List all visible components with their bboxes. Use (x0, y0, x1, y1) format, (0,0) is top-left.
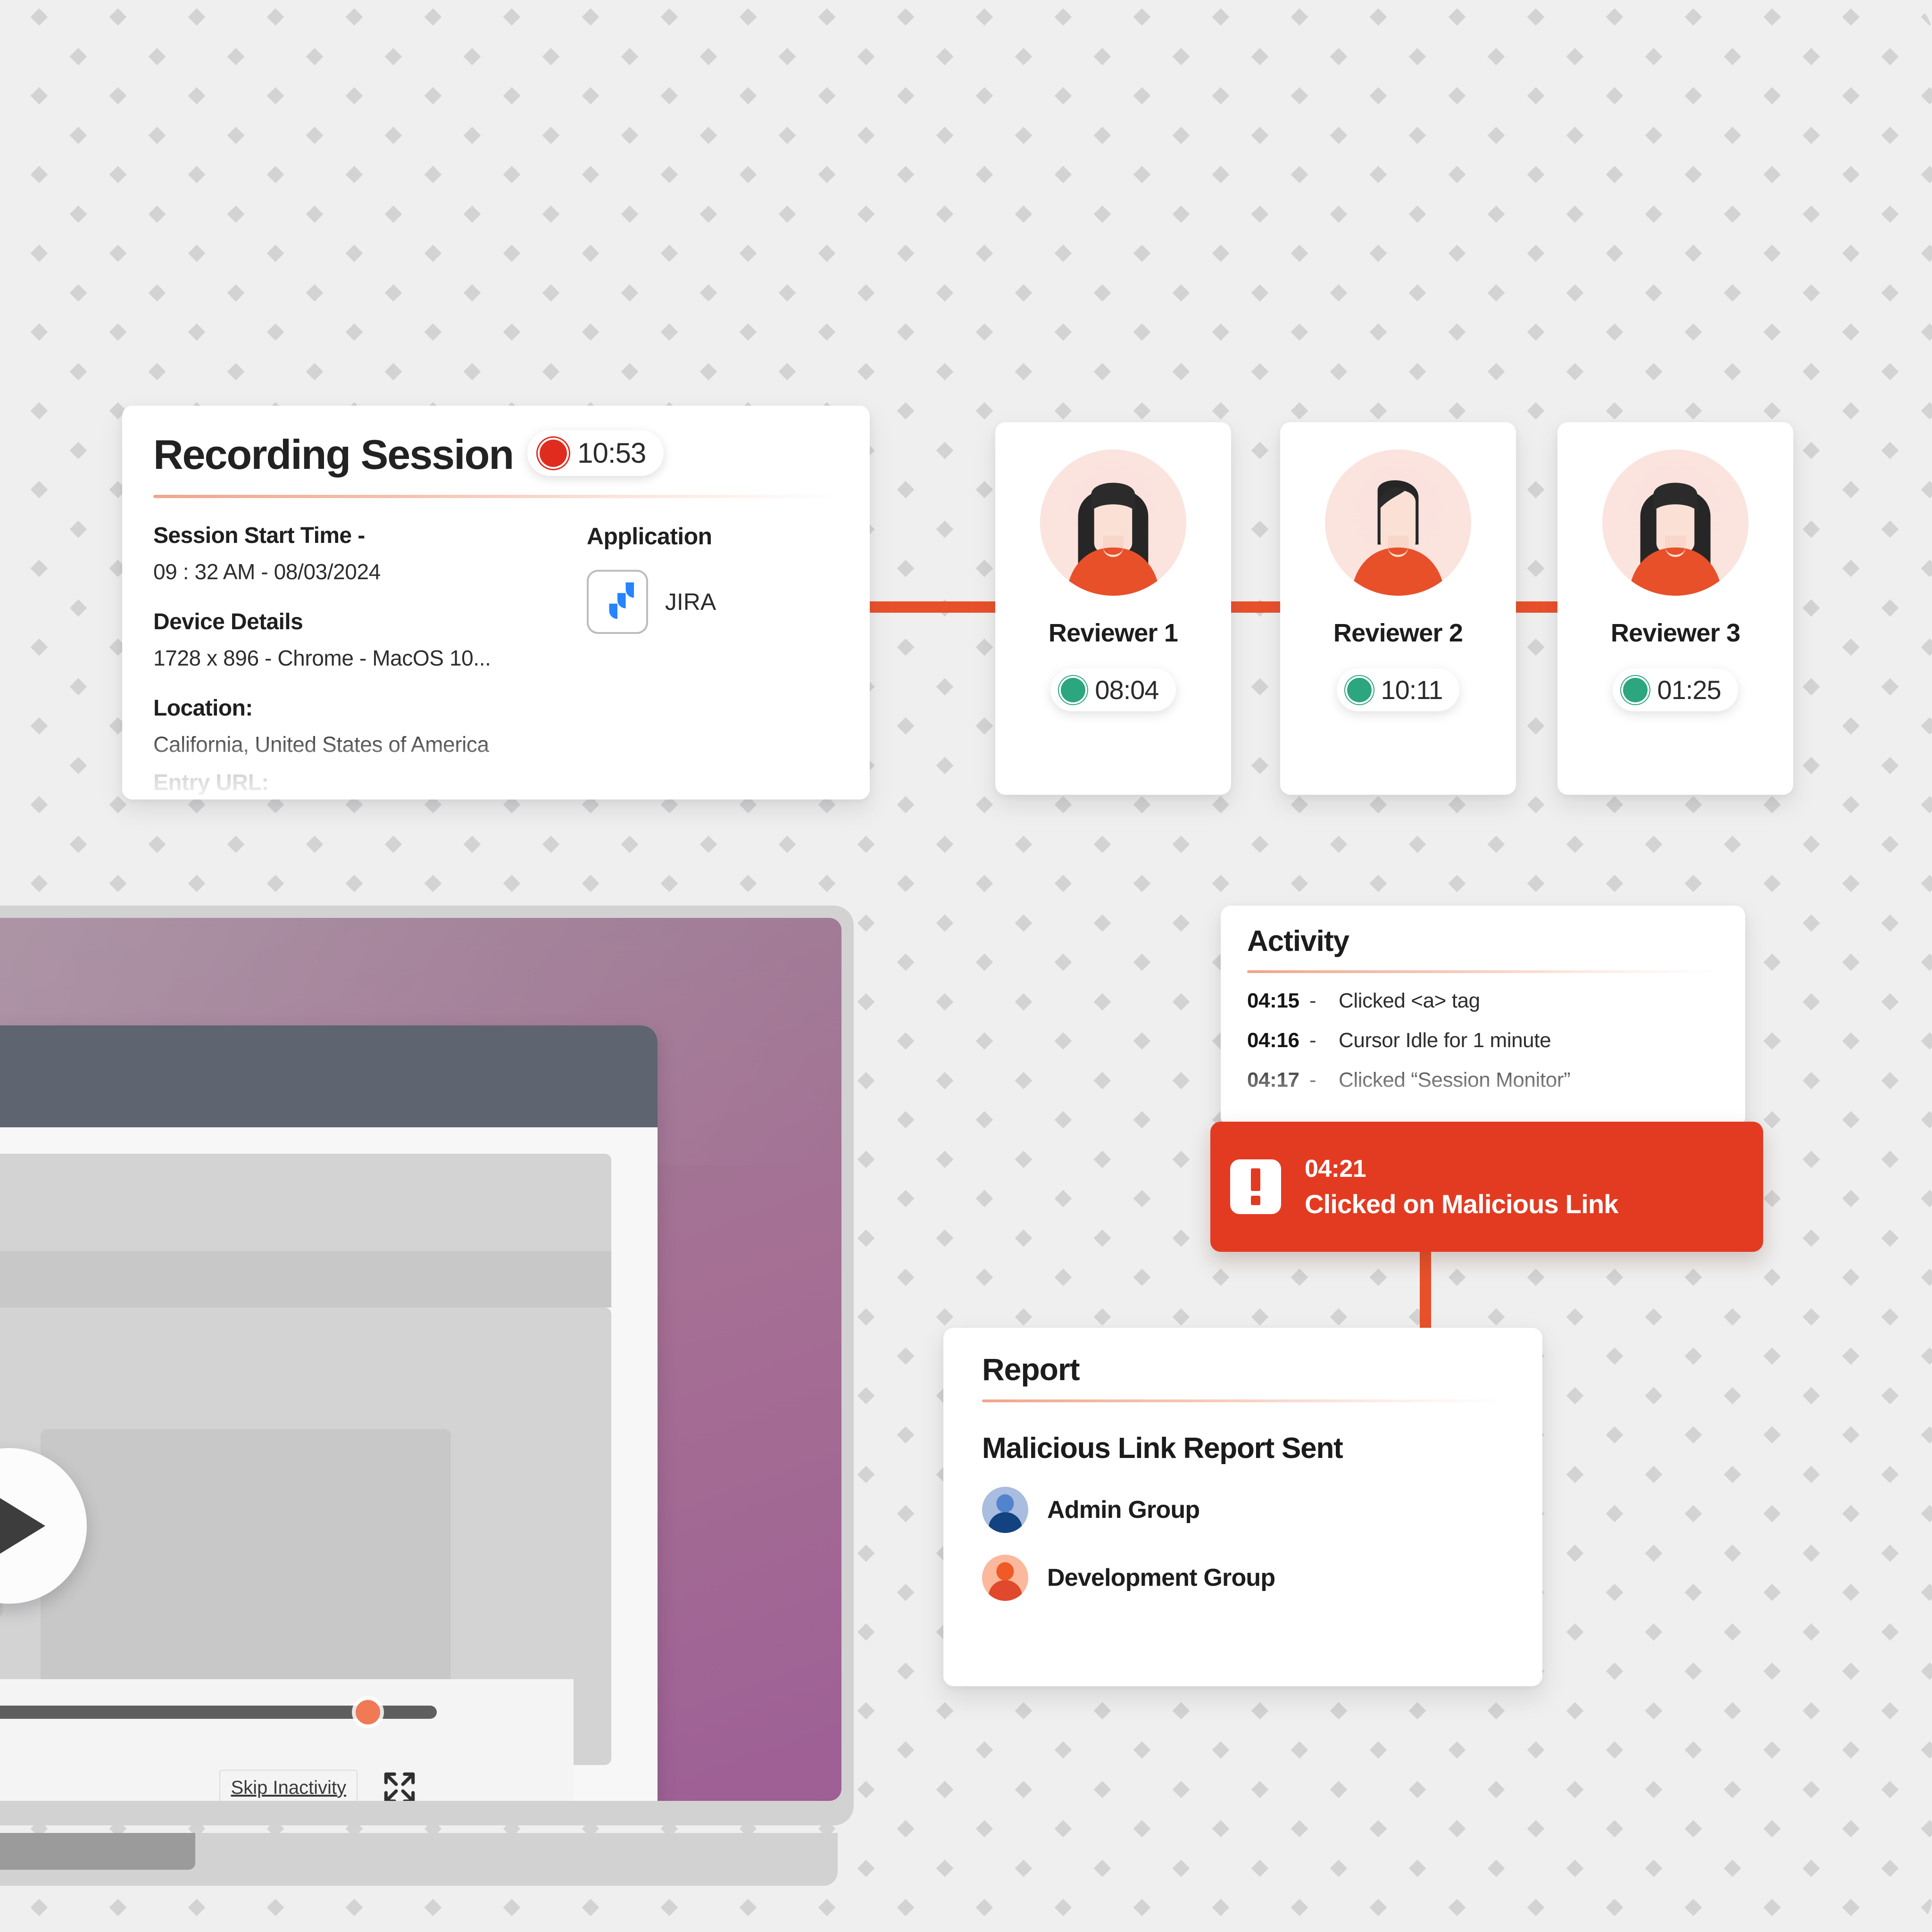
reviewer-time: 08:04 (1095, 675, 1159, 705)
activity-card: Activity 04:15 - Clicked <a> tag 04:16 -… (1221, 906, 1745, 1127)
laptop-base-notch (0, 1833, 195, 1870)
activity-text: Cursor Idle for 1 minute (1339, 1029, 1551, 1052)
fullscreen-icon (384, 1772, 415, 1801)
application-row: JIRA (586, 570, 839, 634)
reviewer-card-1[interactable]: Reviewer 1 08:04 (995, 422, 1231, 795)
report-group-name: Development Group (1047, 1564, 1275, 1591)
activity-time: 04:15 (1247, 989, 1299, 1012)
reviewer-name: Reviewer 1 (1048, 619, 1178, 647)
player-controls: Skip Inactivity (0, 1679, 574, 1801)
laptop-mockup: Skip Inactivity (0, 906, 854, 1932)
status-dot-icon (1623, 677, 1648, 702)
activity-divider (1247, 970, 1719, 973)
reviewer-name: Reviewer 3 (1610, 619, 1740, 647)
warning-exclamation-icon (1230, 1159, 1281, 1214)
jira-icon (586, 570, 648, 634)
player-range-end-handle[interactable] (356, 1700, 380, 1724)
recording-elapsed-time: 10:53 (577, 437, 646, 469)
poster-canvas: Skip Inactivity Recording Session 10:53 … (0, 0, 1932, 1932)
avatar (1602, 450, 1749, 596)
activity-time: 04:17 (1247, 1068, 1299, 1091)
report-group-row[interactable]: Development Group (982, 1555, 1504, 1601)
recording-session-card: Recording Session 10:53 Session Start Ti… (122, 406, 870, 799)
alert-message: Clicked on Malicious Link (1305, 1189, 1618, 1219)
page-title: Recording Session (153, 431, 514, 478)
exclamation-dot (1251, 1196, 1260, 1205)
reviewer-time-badge: 08:04 (1050, 668, 1176, 711)
avatar (1325, 450, 1471, 596)
connector-session-to-reviewer1 (866, 601, 997, 613)
reviewer-name: Reviewer 2 (1333, 619, 1463, 647)
player-buttons-row: Skip Inactivity (0, 1759, 437, 1801)
activity-title: Activity (1247, 925, 1349, 958)
activity-text: Clicked “Session Monitor” (1339, 1068, 1571, 1091)
alert-time: 04:21 (1305, 1155, 1366, 1183)
reviewer-time-badge: 10:11 (1336, 668, 1460, 711)
device-details-label: Device Details (153, 609, 303, 634)
session-divider (153, 495, 839, 498)
application-name: JIRA (665, 589, 716, 615)
report-card: Report Malicious Link Report Sent Admin … (943, 1328, 1542, 1686)
fullscreen-button[interactable] (379, 1767, 420, 1801)
activity-row: 04:17 - Clicked “Session Monitor” (1247, 1068, 1719, 1092)
exclamation-bar (1251, 1168, 1260, 1191)
session-header: Recording Session 10:53 (153, 430, 839, 479)
activity-text: Clicked <a> tag (1339, 989, 1480, 1012)
report-divider (982, 1399, 1504, 1402)
female-avatar-icon (1628, 483, 1723, 596)
location-label: Location: (153, 696, 253, 721)
fast-forward-button[interactable] (0, 1766, 12, 1801)
reviewer-time: 10:11 (1381, 675, 1443, 705)
male-avatar-icon (1351, 480, 1445, 596)
skip-inactivity-button[interactable]: Skip Inactivity (219, 1769, 358, 1801)
laptop-screen: Skip Inactivity (0, 918, 841, 1801)
activity-dash: - (1309, 989, 1316, 1012)
connector-alert-to-report (1420, 1245, 1431, 1340)
device-details-value: 1728 x 896 - Chrome - MacOS 10... (153, 646, 491, 670)
status-dot-icon (1347, 677, 1372, 702)
status-dot-icon (1061, 677, 1086, 702)
activity-time: 04:16 (1247, 1029, 1299, 1052)
reviewer-card-3[interactable]: Reviewer 3 01:25 (1557, 422, 1793, 795)
browser-title-bar (0, 1025, 658, 1127)
malicious-link-alert[interactable]: 04:21 Clicked on Malicious Link (1210, 1122, 1763, 1252)
report-title: Report (982, 1352, 1080, 1387)
wireframe-block-subbar (0, 1251, 611, 1307)
play-triangle-icon (0, 1491, 45, 1561)
reviewer-time: 01:25 (1657, 675, 1721, 705)
red-user-icon (982, 1555, 1028, 1601)
activity-dash: - (1309, 1029, 1316, 1052)
activity-row: 04:16 - Cursor Idle for 1 minute (1247, 1029, 1719, 1052)
jira-logo-glyph (604, 582, 634, 619)
reviewer-card-2[interactable]: Reviewer 2 10:11 (1280, 422, 1516, 795)
report-group-name: Admin Group (1047, 1496, 1200, 1524)
reviewer-time-badge: 01:25 (1613, 668, 1738, 711)
application-heading: Application (586, 523, 712, 550)
report-subtitle: Malicious Link Report Sent (982, 1432, 1343, 1465)
connector-reviewer1-to-reviewer2 (1230, 601, 1283, 613)
avatar (1040, 450, 1186, 596)
report-group-row[interactable]: Admin Group (982, 1487, 1504, 1533)
activity-row: 04:15 - Clicked <a> tag (1247, 989, 1719, 1013)
record-dot-icon (540, 439, 567, 467)
wireframe-block-media (41, 1429, 451, 1722)
entry-url-label: Entry URL: (153, 770, 269, 795)
female-avatar-icon (1066, 483, 1160, 596)
blue-user-icon (982, 1487, 1028, 1533)
session-start-time-label: Session Start Time - (153, 523, 365, 548)
session-start-time-value: 09 : 32 AM - 08/03/2024 (153, 559, 381, 584)
replay-browser-window: Skip Inactivity (0, 1025, 658, 1801)
recording-timer-badge: 10:53 (527, 430, 664, 476)
activity-dash: - (1309, 1068, 1316, 1091)
session-details: Session Start Time - 09 : 32 AM - 08/03/… (153, 523, 839, 757)
location-value: California, United States of America (153, 732, 489, 757)
